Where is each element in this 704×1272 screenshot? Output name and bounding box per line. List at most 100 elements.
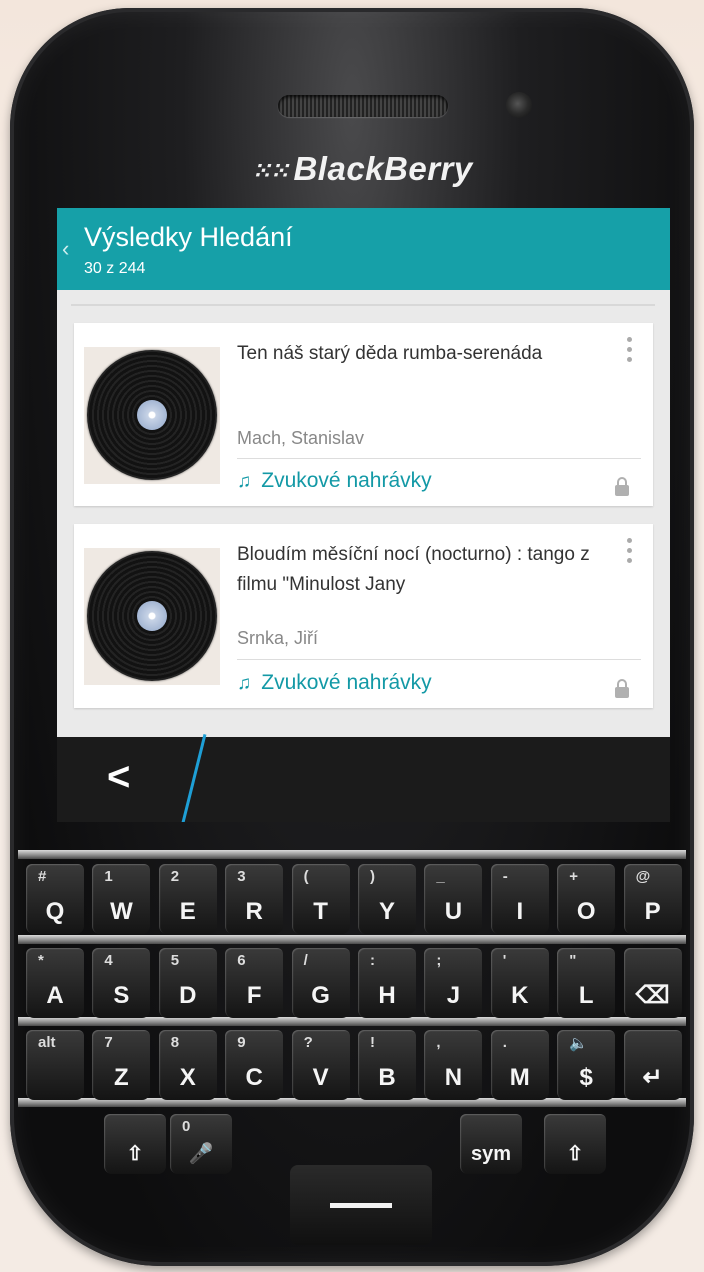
overflow-menu-icon[interactable] [627,337,633,367]
key-bottom[interactable]: 0 🎤 [170,1114,232,1174]
key-E[interactable]: 2E [158,864,217,934]
key-Q[interactable]: # Q [26,864,84,934]
key-Y[interactable]: ) Y [358,864,416,934]
key-H[interactable]: :H [358,948,416,1018]
back-button[interactable]: < [107,755,130,800]
key-S[interactable]: 4S [92,948,151,1018]
key-bottom[interactable]: ⇧ [104,1114,166,1174]
key-alt-label: - [502,868,508,885]
key-V[interactable]: ? V [291,1030,350,1100]
key-alt-label: ? [303,1034,313,1051]
result-count: 30 z 244 [84,260,146,277]
key-main-label: G [311,982,330,1009]
key-main-label: M [509,1064,530,1091]
key-alt-label: ; [436,952,442,969]
key-alt-label: ) [370,868,375,885]
item-author: Srnka, Jiří [237,628,319,648]
key-main-label: N [444,1064,463,1091]
key-alt-label: 8 [170,1034,180,1051]
action-bar: < [57,734,670,822]
key-⌫[interactable]: ⌫ [623,948,682,1018]
key-alt-label: 🔈 [569,1035,588,1052]
key-bottom[interactable]: sym [460,1114,522,1174]
key-M[interactable]: .M [490,1030,549,1100]
divider [237,458,641,459]
key-main-label: X [179,1064,196,1091]
item-title: Bloudím měsíční nocí (nocturno) : tango … [237,544,590,595]
key-bottom[interactable]: ⇧ [544,1114,606,1174]
key-X[interactable]: 8X [158,1030,217,1100]
key-Z[interactable]: 7Z [92,1030,151,1100]
brand-label: ⁙⁙ BlackBerry [10,150,704,188]
item-author: Mach, Stanislav [237,428,365,448]
key-U[interactable]: _ U [424,864,483,934]
key-D[interactable]: 5D [158,948,217,1018]
key-L[interactable]: " L [557,948,616,1018]
key-main-label: W [110,898,133,925]
space-bar[interactable] [290,1165,432,1245]
key-$[interactable]: 🔈 $ [557,1030,616,1100]
key-J[interactable]: ; J [424,948,483,1018]
item-type-label: Zvukové nahrávky [261,671,432,694]
key-main-label: P [644,898,661,925]
key-↵[interactable]: ↵ [623,1030,682,1100]
key-alt-label: : [370,952,375,969]
key-alt[interactable]: alt [26,1030,84,1100]
divider [71,304,655,306]
key-alt-label: 4 [104,952,113,969]
key-alt-label: , [436,1034,441,1051]
key-alt-label: 5 [170,952,180,969]
key-main-label: U [444,898,463,925]
item-type: ♫ Zvukové nahrávky [237,469,432,493]
key-W[interactable]: 1W [92,864,151,934]
key-main-label: sym [470,1143,512,1165]
list-item[interactable]: Bloudím měsíční nocí (nocturno) : tango … [74,524,653,708]
back-chevron-icon[interactable]: ‹ [62,236,69,262]
speaker-grille [278,95,448,117]
key-main-label: A [46,982,64,1009]
key-main-label: Z [114,1064,129,1091]
key-B[interactable]: ! B [358,1030,416,1100]
key-alt-label: / [303,952,308,969]
key-main-label: Q [45,898,65,925]
key-alt-label: * [38,952,44,969]
app-screen: ‹ Výsledky Hledání 30 z 244 Ten náš star… [57,208,670,822]
brand-name: BlackBerry [293,150,473,187]
key-alt-label: ( [303,868,309,885]
key-O[interactable]: + O [557,864,616,934]
key-F[interactable]: 6F [225,948,284,1018]
item-type-label: Zvukové nahrávky [261,469,432,492]
key-main-label: J [446,982,461,1009]
key-main-label: T [313,898,328,925]
key-alt-label: ! [370,1034,375,1051]
key-main-label: E [179,898,196,925]
page-title: Výsledky Hledání [84,222,293,252]
key-R[interactable]: 3R [225,864,284,934]
lock-icon [615,477,629,496]
key-alt-label: + [569,868,578,885]
key-main-label: H [378,982,396,1009]
key-alt-label: _ [436,868,445,885]
divider [237,659,641,660]
action-bar-separator [180,734,207,822]
key-alt-label: 9 [237,1034,246,1051]
key-main-label: I [516,898,524,925]
key-P[interactable]: @ P [623,864,682,934]
key-main-label: $ [579,1064,593,1091]
overflow-menu-icon[interactable] [627,538,633,568]
key-alt-label: 3 [237,868,246,885]
title-bar[interactable]: ‹ Výsledky Hledání 30 z 244 [57,208,670,290]
list-item[interactable]: Ten náš starý děda rumba-serenáda Mach, … [74,323,653,506]
key-alt-label: # [38,868,47,885]
key-main-label: K [511,982,529,1009]
key-G[interactable]: / G [291,948,350,1018]
key-main-label: Y [378,898,395,925]
item-type: ♫ Zvukové nahrávky [237,671,432,695]
key-I[interactable]: -I [490,864,549,934]
key-T[interactable]: (T [291,864,350,934]
key-K[interactable]: ' K [490,948,549,1018]
key-alt-label: 2 [170,868,180,885]
key-A[interactable]: * A [26,948,84,1018]
key-C[interactable]: 9C [225,1030,284,1100]
key-N[interactable]: ,N [424,1030,483,1100]
